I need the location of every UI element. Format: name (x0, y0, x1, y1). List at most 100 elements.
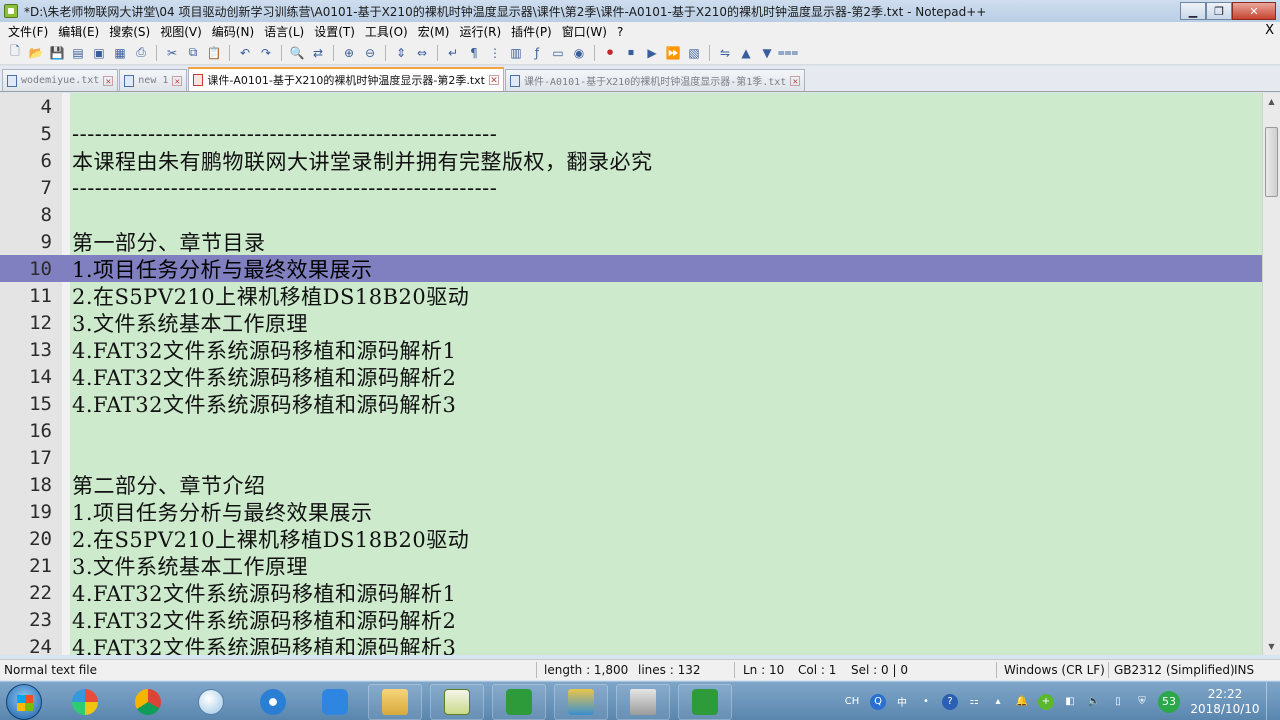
menu-macro[interactable]: 宏(M) (413, 23, 455, 40)
editor-line[interactable]: 22 4.FAT32文件系统源码移植和源码解析1 (0, 579, 1262, 606)
menu-file[interactable]: 文件(F) (0, 23, 53, 40)
open-file-icon[interactable]: 📂 (27, 44, 45, 62)
vertical-scrollbar[interactable]: ▲ ▼ (1262, 93, 1280, 655)
tab-courseware-season-2[interactable]: 课件-A0101-基于X210的裸机时钟温度显示器-第2季.txt ✕ (188, 67, 504, 91)
line-text[interactable]: 第一部分、章节目录 (72, 227, 266, 257)
status-insert-mode[interactable]: INS (1234, 663, 1254, 677)
line-text[interactable]: 本课程由朱有鹏物联网大讲堂录制并拥有完整版权，翻录必究 (72, 146, 653, 176)
taskbar-app-button[interactable] (616, 684, 670, 720)
line-text[interactable]: ----------------------------------------… (72, 176, 497, 200)
new-file-icon[interactable]: 🗋 (6, 44, 24, 62)
ime-logo-icon[interactable]: Q (870, 693, 886, 710)
taskbar-app-button[interactable] (184, 684, 238, 720)
menu-window[interactable]: 窗口(W) (557, 23, 612, 40)
line-text[interactable]: 第二部分、章节介绍 (72, 470, 266, 500)
notification-bell-icon[interactable]: 🔔 (1014, 694, 1030, 710)
tab-close-icon[interactable]: ✕ (172, 75, 183, 87)
taskbar-app-button[interactable] (58, 684, 112, 720)
tab-wodemiyue[interactable]: wodemiyue.txt ✕ (2, 69, 119, 91)
line-text[interactable]: 4.FAT32文件系统源码移植和源码解析1 (72, 578, 456, 608)
indent-guide-icon[interactable]: ⋮ (486, 44, 504, 62)
play-macro-icon[interactable]: ▶ (643, 44, 661, 62)
menu-search[interactable]: 搜索(S) (104, 23, 155, 40)
editor-line[interactable]: 7 ---------------------------------------… (0, 174, 1262, 201)
tray-badge[interactable]: 53 (1158, 690, 1180, 713)
editor-line[interactable]: 6 本课程由朱有鹏物联网大讲堂录制并拥有完整版权，翻录必究 (0, 147, 1262, 174)
status-eol[interactable]: Windows (CR LF) (1004, 663, 1105, 677)
tab-new-1[interactable]: new 1 ✕ (119, 69, 188, 91)
compare-icon[interactable]: ⇋ (716, 44, 734, 62)
sync-vertical-icon[interactable]: ⇕ (392, 44, 410, 62)
line-text[interactable]: 4.FAT32文件系统源码移植和源码解析2 (72, 605, 456, 635)
editor-line[interactable]: 4 (0, 93, 1262, 120)
maximize-button[interactable]: ❐ (1206, 2, 1232, 20)
show-hidden-icons-icon[interactable]: ▴ (990, 694, 1006, 710)
menu-view[interactable]: 视图(V) (155, 23, 207, 40)
tab-close-icon[interactable]: ✕ (488, 75, 499, 86)
menu-settings[interactable]: 设置(T) (309, 23, 360, 40)
folder-workspace-icon[interactable]: ▭ (549, 44, 567, 62)
taskbar-app-button[interactable] (678, 684, 732, 720)
ime-language-indicator[interactable]: CH (842, 694, 862, 710)
editor-line[interactable]: 19 1.项目任务分析与最终效果展示 (0, 498, 1262, 525)
save-all-icon[interactable]: ▤ (69, 44, 87, 62)
network-status-icon[interactable]: ◧ (1062, 694, 1078, 710)
menu-encoding[interactable]: 编码(N) (207, 23, 259, 40)
line-text[interactable]: 4.FAT32文件系统源码移植和源码解析1 (72, 335, 456, 365)
editor-line[interactable]: 24 4.FAT32文件系统源码移植和源码解析3 (0, 633, 1262, 656)
taskbar-app-button[interactable] (308, 684, 362, 720)
taskbar-app-button[interactable] (430, 684, 484, 720)
start-button[interactable] (6, 684, 42, 720)
menu-language[interactable]: 语言(L) (259, 23, 309, 40)
menu-run[interactable]: 运行(R) (454, 23, 506, 40)
scrollbar-thumb[interactable] (1265, 127, 1278, 197)
taskbar-app-button[interactable] (246, 684, 300, 720)
ime-mode-indicator[interactable]: 中 (894, 694, 910, 710)
volume-icon[interactable]: 🔈 (1086, 694, 1102, 710)
line-text[interactable]: 3.文件系统基本工作原理 (72, 551, 308, 581)
zoom-out-icon[interactable]: ⊖ (361, 44, 379, 62)
line-text[interactable]: 1.项目任务分析与最终效果展示 (72, 497, 373, 527)
editor-line[interactable]: 14 4.FAT32文件系统源码移植和源码解析2 (0, 363, 1262, 390)
copy-icon[interactable]: ⧉ (184, 44, 202, 62)
security-plus-icon[interactable]: + (1038, 693, 1054, 710)
replace-icon[interactable]: ⇄ (309, 44, 327, 62)
battery-icon[interactable]: ▯ (1110, 694, 1126, 710)
text-editor[interactable]: 4 5 --------------------------------------… (0, 93, 1262, 655)
ime-menu-icon[interactable]: ⚏ (966, 694, 982, 710)
taskbar-app-button[interactable] (492, 684, 546, 720)
previous-diff-icon[interactable]: ▲ (737, 44, 755, 62)
tab-close-icon[interactable]: ✕ (103, 75, 114, 87)
line-text[interactable]: 1.项目任务分析与最终效果展示 (72, 254, 373, 284)
line-text[interactable]: 4.FAT32文件系统源码移植和源码解析2 (72, 362, 456, 392)
cut-icon[interactable]: ✂ (163, 44, 181, 62)
editor-line[interactable]: 10 1.项目任务分析与最终效果展示 (0, 255, 1262, 282)
status-encoding[interactable]: GB2312 (Simplified) (1114, 663, 1235, 677)
clear-compare-icon[interactable]: ⩶ (778, 44, 799, 62)
tab-close-icon[interactable]: ✕ (790, 75, 801, 87)
help-icon[interactable]: ? (942, 693, 958, 710)
show-desktop-button[interactable] (1266, 682, 1280, 720)
editor-line[interactable]: 11 2.在S5PV210上裸机移植DS18B20驱动 (0, 282, 1262, 309)
doc-map-icon[interactable]: ▥ (507, 44, 525, 62)
editor-line[interactable]: 12 3.文件系统基本工作原理 (0, 309, 1262, 336)
menu-help[interactable]: ? (612, 25, 628, 39)
title-bar[interactable]: *D:\朱老师物联网大讲堂\04 项目驱动创新学习训练营\A0101-基于X21… (0, 0, 1280, 22)
undo-icon[interactable]: ↶ (236, 44, 254, 62)
show-all-chars-icon[interactable]: ¶ (465, 44, 483, 62)
editor-line[interactable]: 8 (0, 201, 1262, 228)
line-text[interactable]: 2.在S5PV210上裸机移植DS18B20驱动 (72, 281, 469, 311)
monitoring-icon[interactable]: ◉ (570, 44, 588, 62)
tab-courseware-season-1[interactable]: 课件-A0101-基于X210的裸机时钟温度显示器-第1季.txt ✕ (504, 69, 806, 91)
editor-line[interactable]: 17 (0, 444, 1262, 471)
menu-plugins[interactable]: 插件(P) (506, 23, 557, 40)
menu-tools[interactable]: 工具(O) (360, 23, 413, 40)
find-icon[interactable]: 🔍 (288, 44, 306, 62)
editor-line[interactable]: 23 4.FAT32文件系统源码移植和源码解析2 (0, 606, 1262, 633)
redo-icon[interactable]: ↷ (257, 44, 275, 62)
line-text[interactable]: 4.FAT32文件系统源码移植和源码解析3 (72, 389, 456, 419)
function-list-icon[interactable]: ƒ (528, 44, 546, 62)
taskbar-app-button[interactable] (554, 684, 608, 720)
editor-line[interactable]: 21 3.文件系统基本工作原理 (0, 552, 1262, 579)
run-macro-multiple-icon[interactable]: ⏩ (664, 44, 682, 62)
